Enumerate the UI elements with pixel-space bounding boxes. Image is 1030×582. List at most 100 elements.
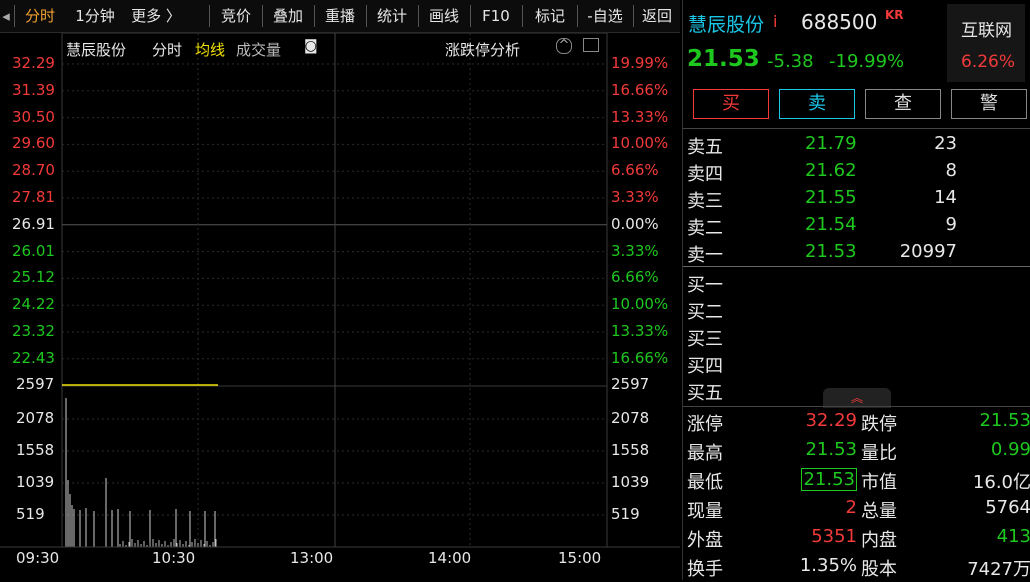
kr-tag: KR [885,8,904,22]
volume-label[interactable]: 成交量 [236,39,281,60]
mark-button[interactable]: 标记 [526,0,574,32]
bid-label: 买一 [687,275,723,296]
tab-intraday[interactable]: 分时 [20,0,60,32]
price-change: -5.38 [767,51,814,72]
bid-row[interactable]: 买三 [687,325,1027,352]
sell-button[interactable]: 卖 [779,89,855,119]
ask-volume: 14 [934,187,957,208]
auction-button[interactable]: 竞价 [213,0,259,32]
more-menu[interactable]: 更多 〉 [126,0,186,32]
pct-tick-label: 0.00% [611,214,659,233]
price-tick-label: 31.39 [12,80,55,99]
volume-tick-label-right: 2078 [611,409,650,427]
stat-row: 最低 21.53 市值 16.0亿 [687,468,1030,495]
info-icon[interactable]: i [773,12,777,31]
ask-label: 卖一 [687,245,723,266]
panel-toggle-icon[interactable] [583,38,599,52]
price-tick-label: 27.81 [12,188,55,206]
volume-tick-label: 1558 [16,441,55,459]
volume-tick-label-right: 519 [611,505,640,523]
time-tick-label: 10:30 [152,549,196,567]
bid-row[interactable]: 买四 [687,352,1027,379]
ask-price: 21.79 [805,133,857,154]
collapse-arrow-icon[interactable]: ◂ [0,0,12,32]
stat-value: 5351 [811,526,857,547]
price-tick-label: 29.60 [12,134,55,153]
chart-stock-name: 慧辰股份 [66,41,127,59]
limit-analysis-link[interactable]: 涨跌停分析 [445,39,520,60]
price-tick-label: 24.22 [12,295,55,314]
stat-label: 量比 [861,443,897,464]
price-tick-label: 30.50 [12,107,55,126]
current-price: 21.53 [687,46,760,72]
quote-panel: 慧辰股份 i 688500 KR 互联网 6.26% 21.53 -5.38 -… [682,0,1030,580]
intraday-chart-panel: 慧辰股份 分时 均线 成交量 ◙ 涨跌停分析 ^ 32.29 31.39 30.50… [0,33,680,580]
chart-mode-label: 分时 [152,41,183,59]
sector-name[interactable]: 互联网 [961,16,1012,41]
ask-row[interactable]: 卖五 21.79 23 [687,133,1027,160]
stat-row: 换手 1.35% 股本 7427万 [687,555,1030,582]
stats-button[interactable]: 统计 [370,0,414,32]
time-tick-label: 13:00 [290,549,334,567]
collapse-orderbook-button[interactable]: ︽ [823,388,891,408]
ask-label: 卖四 [687,164,723,185]
pct-tick-label: 16.66% [611,348,669,367]
query-button[interactable]: 查 [865,89,941,119]
bid-label: 买二 [687,302,723,323]
ask-row[interactable]: 卖二 21.54 9 [687,214,1027,241]
buy-button[interactable]: 买 [693,89,769,119]
pct-tick-label: 10.00% [611,134,669,153]
price-tick-label: 23.32 [12,322,55,340]
stat-label: 股本 [861,559,897,580]
ask-price: 21.55 [805,187,857,208]
ask-row[interactable]: 卖三 21.55 14 [687,187,1027,214]
stat-value: 7427万 [967,559,1030,580]
draw-line-button[interactable]: 画线 [422,0,466,32]
stat-value: 2 [845,497,857,518]
expand-icon[interactable]: ^ [556,38,572,54]
stat-label: 内盘 [861,530,897,551]
alert-button[interactable]: 警 [951,89,1027,119]
stat-label: 市值 [861,472,897,493]
sector-change-pct: 6.26% [961,52,1016,72]
pct-tick-label: 16.66% [611,80,669,99]
intraday-chart[interactable] [0,33,680,580]
price-tick-label: 26.91 [12,214,55,233]
ask-volume: 23 [934,133,957,154]
f10-button[interactable]: F10 [474,0,518,32]
price-tick-label: 28.70 [12,161,55,180]
bid-label: 买五 [687,383,723,404]
overlay-button[interactable]: 叠加 [266,0,310,32]
tab-1min[interactable]: 1分钟 [70,0,120,32]
stat-label: 跌停 [861,414,897,435]
watchlist-button[interactable]: -自选 [580,0,630,32]
bid-label: 买三 [687,329,723,350]
camera-icon[interactable]: ◙ [304,38,318,54]
back-button[interactable]: 返回 [636,0,678,32]
chart-toolbar: ◂ 分时 1分钟 更多 〉 竞价 叠加 重播 统计 画线 F10 标记 -自选 … [0,0,680,33]
stock-code: 688500 [801,10,878,34]
stat-label: 现量 [687,501,723,522]
ask-row[interactable]: 卖一 21.53 20997 [687,241,1027,268]
volume-tick-label: 519 [16,505,45,523]
ask-row[interactable]: 卖四 21.62 8 [687,160,1027,187]
stat-value: 21.53 [801,468,857,491]
bid-row[interactable]: 买一 [687,271,1027,298]
stat-label: 涨停 [687,414,723,435]
volume-tick-label-right: 1558 [611,441,650,459]
replay-button[interactable]: 重播 [318,0,362,32]
stat-value: 21.53 [979,410,1030,431]
stat-row: 现量 2 总量 5764 [687,497,1030,524]
volume-tick-label-right: 2597 [611,375,650,393]
stat-value: 21.53 [805,439,857,460]
ask-label: 卖三 [687,191,723,212]
bid-row[interactable]: 买二 [687,298,1027,325]
stat-label: 最高 [687,443,723,464]
pct-tick-label: 19.99% [611,54,669,72]
avg-line-label[interactable]: 均线 [195,39,225,60]
volume-tick-label-right: 1039 [611,473,650,491]
price-tick-label: 22.43 [12,348,55,367]
stat-label: 总量 [861,501,897,522]
volume-tick-label: 1039 [16,473,55,491]
quote-stock-name: 慧辰股份 [688,14,765,36]
